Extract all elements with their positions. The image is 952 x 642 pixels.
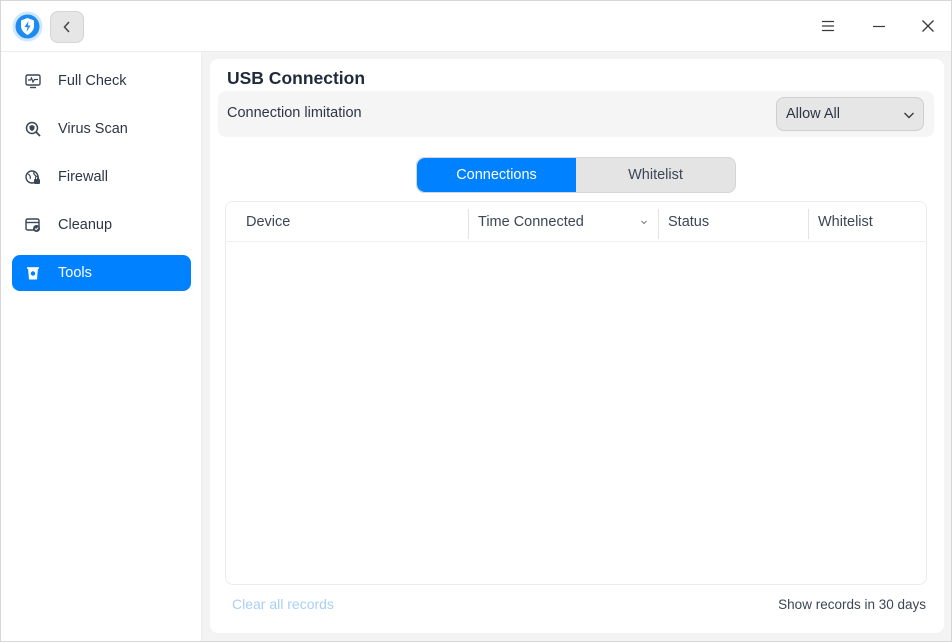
tab-connections[interactable]: Connections (417, 158, 576, 192)
column-header-device[interactable]: Device (246, 202, 290, 241)
table-body-empty (226, 242, 926, 584)
column-divider[interactable] (658, 209, 659, 239)
sidebar-item-full-check[interactable]: Full Check (12, 63, 191, 99)
sidebar: Full Check Virus Scan Firewall Cleanup T… (1, 52, 202, 641)
sort-chevron-icon (639, 217, 649, 227)
tab-whitelist[interactable]: Whitelist (576, 158, 735, 192)
column-header-whitelist[interactable]: Whitelist (818, 202, 873, 241)
column-header-time-connected[interactable]: Time Connected (478, 202, 584, 241)
sidebar-item-label: Tools (58, 265, 92, 281)
menu-button[interactable] (816, 14, 840, 38)
connection-limitation-row: Connection limitation Allow All (218, 91, 934, 137)
browser-clean-icon (25, 217, 41, 233)
sidebar-item-label: Virus Scan (58, 121, 128, 137)
sidebar-item-label: Cleanup (58, 217, 113, 233)
column-divider[interactable] (808, 209, 809, 239)
connections-table: Device Time Connected Status Whitelist (225, 201, 927, 585)
toolbox-icon (25, 265, 41, 281)
monitor-pulse-icon (25, 73, 41, 89)
records-retention-info: Show records in 30 days (778, 597, 926, 612)
sidebar-item-tools[interactable]: Tools (12, 255, 191, 291)
column-header-status[interactable]: Status (668, 202, 709, 241)
back-button[interactable] (50, 11, 84, 43)
title-bar (1, 1, 951, 52)
column-divider[interactable] (468, 209, 469, 239)
select-value: Allow All (786, 106, 840, 122)
magnifier-shield-icon (25, 121, 41, 137)
chevron-down-icon (903, 109, 915, 121)
minimize-icon (872, 20, 886, 32)
menu-icon (821, 20, 835, 32)
sidebar-item-virus-scan[interactable]: Virus Scan (12, 111, 191, 147)
sidebar-item-firewall[interactable]: Firewall (12, 159, 191, 195)
sidebar-item-label: Firewall (58, 169, 108, 185)
page-title: USB Connection (227, 68, 366, 88)
sidebar-item-label: Full Check (58, 73, 127, 89)
clear-all-records-link[interactable]: Clear all records (232, 596, 334, 612)
view-tabs: Connections Whitelist (416, 157, 736, 193)
table-header: Device Time Connected Status Whitelist (226, 202, 926, 242)
shield-lightning-icon (12, 11, 43, 42)
connection-limitation-select[interactable]: Allow All (776, 97, 924, 131)
close-button[interactable] (916, 14, 940, 38)
sidebar-item-cleanup[interactable]: Cleanup (12, 207, 191, 243)
connection-limitation-label: Connection limitation (227, 105, 362, 121)
close-icon (921, 19, 935, 33)
minimize-button[interactable] (867, 14, 891, 38)
globe-lock-icon (25, 169, 41, 185)
chevron-left-icon (62, 20, 72, 34)
